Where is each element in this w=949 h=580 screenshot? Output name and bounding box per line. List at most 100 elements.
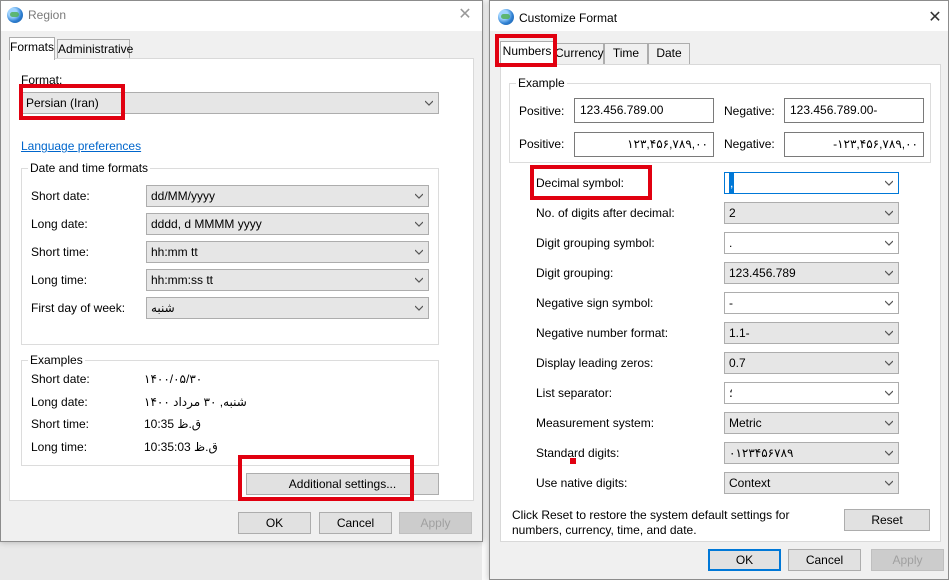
customize-ok-button[interactable]: OK: [708, 549, 781, 571]
negative-label: Negative:: [724, 104, 775, 118]
first-day-select[interactable]: شنبه: [146, 297, 429, 319]
setting-value: Metric: [729, 416, 762, 430]
chevron-down-icon: [415, 193, 423, 199]
negative-label: Negative:: [724, 137, 775, 151]
chevron-down-icon: [885, 360, 893, 366]
field-label: Short time:: [31, 245, 90, 259]
short-time-select[interactable]: hh:mm tt: [146, 241, 429, 263]
setting-value: Context: [729, 476, 771, 490]
field-label: Short date:: [31, 189, 90, 203]
long-date-select[interactable]: dddd, d MMMM yyyy: [146, 213, 429, 235]
tab-time[interactable]: Time: [604, 43, 648, 64]
setting-select[interactable]: -: [724, 292, 899, 314]
highlight-marker: [570, 458, 576, 464]
setting-label: Digit grouping symbol:: [536, 236, 655, 250]
language-preferences-link[interactable]: Language preferences: [21, 139, 141, 153]
example-group: Example Positive: 123.456.789.00 Negativ…: [509, 76, 931, 163]
chevron-down-icon: [885, 210, 893, 216]
setting-label: Measurement system:: [536, 416, 655, 430]
long-time-value: hh:mm:ss tt: [151, 273, 214, 287]
setting-label: Decimal symbol:: [536, 176, 625, 190]
region-title: Region: [28, 8, 67, 22]
setting-select[interactable]: Metric: [724, 412, 899, 434]
field-label: Long date:: [31, 217, 88, 231]
example-value: 10:35:03 ق.ظ: [144, 440, 218, 454]
field-label: First day of week:: [31, 301, 126, 315]
close-icon[interactable]: ✕: [454, 4, 476, 26]
format-select[interactable]: Persian (Iran): [21, 92, 439, 114]
setting-label: Negative sign symbol:: [536, 296, 654, 310]
positive-label: Positive:: [519, 137, 565, 151]
region-apply-button[interactable]: Apply: [399, 512, 472, 534]
short-time-value: hh:mm tt: [151, 245, 198, 259]
chevron-down-icon: [885, 390, 893, 396]
setting-select[interactable]: .: [724, 232, 899, 254]
tab-currency[interactable]: Currency: [554, 43, 604, 64]
tab-formats[interactable]: Formats: [9, 37, 55, 60]
chevron-down-icon: [885, 450, 893, 456]
chevron-down-icon: [885, 300, 893, 306]
setting-label: No. of digits after decimal:: [536, 206, 675, 220]
datetime-group: Date and time formats Short date: dd/MM/…: [21, 161, 439, 345]
customize-titlebar: Customize Format ✕: [490, 1, 948, 31]
chevron-down-icon: [885, 480, 893, 486]
region-cancel-button[interactable]: Cancel: [319, 512, 392, 534]
setting-select[interactable]: ؛: [724, 382, 899, 404]
setting-value: ,: [729, 173, 735, 193]
negative-example-1: 123.456.789.00-: [784, 98, 924, 123]
setting-value: .: [729, 236, 733, 250]
close-icon[interactable]: ✕: [924, 7, 946, 29]
example-label: Short time:: [31, 417, 90, 431]
formats-panel: Format: Persian (Iran) Language preferen…: [9, 58, 474, 501]
setting-select[interactable]: Context: [724, 472, 899, 494]
customize-cancel-button[interactable]: Cancel: [788, 549, 861, 571]
setting-value: 2: [729, 206, 736, 220]
setting-value: -: [729, 296, 733, 310]
first-day-value: شنبه: [151, 301, 175, 315]
additional-settings-button[interactable]: Additional settings...: [246, 473, 439, 495]
setting-value: 0.7: [729, 356, 746, 370]
setting-select[interactable]: 1.1-: [724, 322, 899, 344]
example-value: شنبه, ۳۰ مرداد ۱۴۰۰: [144, 395, 247, 409]
long-time-select[interactable]: hh:mm:ss tt: [146, 269, 429, 291]
setting-select[interactable]: 0.7: [724, 352, 899, 374]
setting-label: Negative number format:: [536, 326, 669, 340]
example-label: Short date:: [31, 372, 90, 386]
field-label: Long time:: [31, 273, 88, 287]
tab-numbers[interactable]: Numbers: [500, 41, 554, 64]
setting-select[interactable]: ۰۱۲۳۴۵۶۷۸۹: [724, 442, 899, 464]
reset-button[interactable]: Reset: [844, 509, 930, 531]
setting-label: List separator:: [536, 386, 613, 400]
positive-label: Positive:: [519, 104, 565, 118]
example-value: ۱۴۰۰/۰۵/۳۰: [144, 372, 203, 386]
region-ok-button[interactable]: OK: [238, 512, 311, 534]
setting-label: Standard digits:: [536, 446, 620, 460]
setting-value: ؛: [729, 386, 733, 400]
example-label: Long time:: [31, 440, 88, 454]
short-date-select[interactable]: dd/MM/yyyy: [146, 185, 429, 207]
setting-select[interactable]: 123.456.789: [724, 262, 899, 284]
chevron-down-icon: [885, 270, 893, 276]
example-value: 10:35 ق.ظ: [144, 417, 202, 431]
customize-apply-button[interactable]: Apply: [871, 549, 944, 571]
format-value: Persian (Iran): [26, 96, 99, 110]
chevron-down-icon: [885, 420, 893, 426]
examples-group-title: Examples: [28, 353, 85, 367]
long-date-value: dddd, d MMMM yyyy: [151, 217, 262, 231]
setting-value: 123.456.789: [729, 266, 796, 280]
example-label: Long date:: [31, 395, 88, 409]
customize-format-window: Customize Format ✕ Numbers Currency Time…: [489, 0, 949, 580]
globe-icon: [498, 9, 514, 25]
format-label: Format:: [21, 73, 63, 87]
chevron-down-icon: [415, 277, 423, 283]
globe-icon: [7, 7, 23, 23]
setting-select[interactable]: ,: [724, 172, 899, 194]
setting-value: ۰۱۲۳۴۵۶۷۸۹: [729, 446, 794, 460]
chevron-down-icon: [885, 240, 893, 246]
tab-administrative[interactable]: Administrative: [57, 39, 133, 60]
setting-label: Display leading zeros:: [536, 356, 654, 370]
tab-date[interactable]: Date: [648, 43, 690, 64]
setting-select[interactable]: 2: [724, 202, 899, 224]
chevron-down-icon: [415, 305, 423, 311]
chevron-down-icon: [415, 221, 423, 227]
